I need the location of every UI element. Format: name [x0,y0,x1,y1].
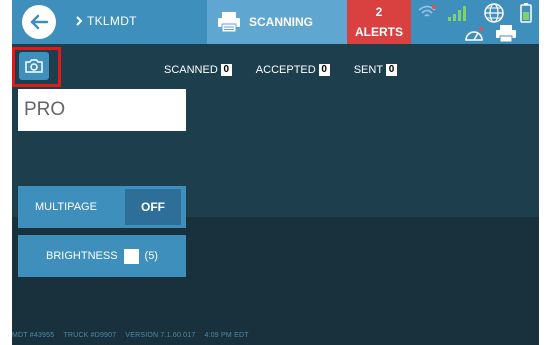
wifi-icon [418,5,436,17]
footer-time: 4:09 PM EDT [204,332,249,339]
brightness-value: (5) [144,250,158,262]
printer-icon [218,12,240,33]
scanned-counter: SCANNED 0 [164,64,232,76]
pro-placeholder: PRO [24,99,66,120]
sent-label: SENT [353,64,384,76]
brightness-label: BRIGHTNESS [46,250,118,262]
scanned-label: SCANNED [164,64,218,76]
brightness-button[interactable]: BRIGHTNESS (5) [18,235,186,277]
breadcrumb-label: TKLMDT [87,14,137,28]
accepted-counter: ACCEPTED 0 [256,64,330,76]
footer-mdt: MDT #43955 [12,332,55,339]
alerts-button[interactable]: 2 ALERTS [347,0,411,44]
scan-counters: SCANNED 0 ACCEPTED 0 SENT 0 [164,64,398,76]
sent-counter: SENT 0 [353,64,398,76]
sent-count: 0 [386,64,398,76]
globe-icon [484,3,504,23]
scanning-screen: TKLMDT SCANNING 2 ALERTS SCANNED 0 ACCEP… [12,0,539,345]
brightness-swatch [123,248,139,264]
accepted-count: 0 [318,64,330,76]
scanned-count: 0 [220,64,232,76]
multipage-button[interactable]: MULTIPAGE OFF [18,186,186,228]
footer-version: VERSION 7.1.60.017 [125,332,196,339]
alerts-label: ALERTS [355,25,403,39]
camera-icon [25,59,43,73]
multipage-toggle[interactable]: OFF [125,189,181,225]
breadcrumb[interactable]: TKLMDT [76,14,137,28]
status-area [411,0,539,44]
tab-scanning-label: SCANNING [249,15,314,29]
top-bar: TKLMDT SCANNING 2 ALERTS [12,0,539,44]
tab-scanning[interactable]: SCANNING [207,0,347,44]
camera-button[interactable] [19,52,49,80]
alerts-count: 2 [375,5,383,19]
gauge-icon [465,27,483,41]
footer-info: MDT #43955 TRUCK #D9907 VERSION 7.1.60.0… [12,332,249,339]
back-button[interactable] [22,5,56,39]
arrow-left-icon [30,14,49,30]
pro-input[interactable]: PRO [18,89,186,131]
accepted-label: ACCEPTED [255,64,316,76]
chevron-right-icon [76,16,83,26]
signal-bars-icon [448,6,466,21]
battery-icon [520,3,532,23]
multipage-label: MULTIPAGE [35,201,97,213]
footer-truck: TRUCK #D9907 [63,332,117,339]
printer-icon [496,25,516,43]
